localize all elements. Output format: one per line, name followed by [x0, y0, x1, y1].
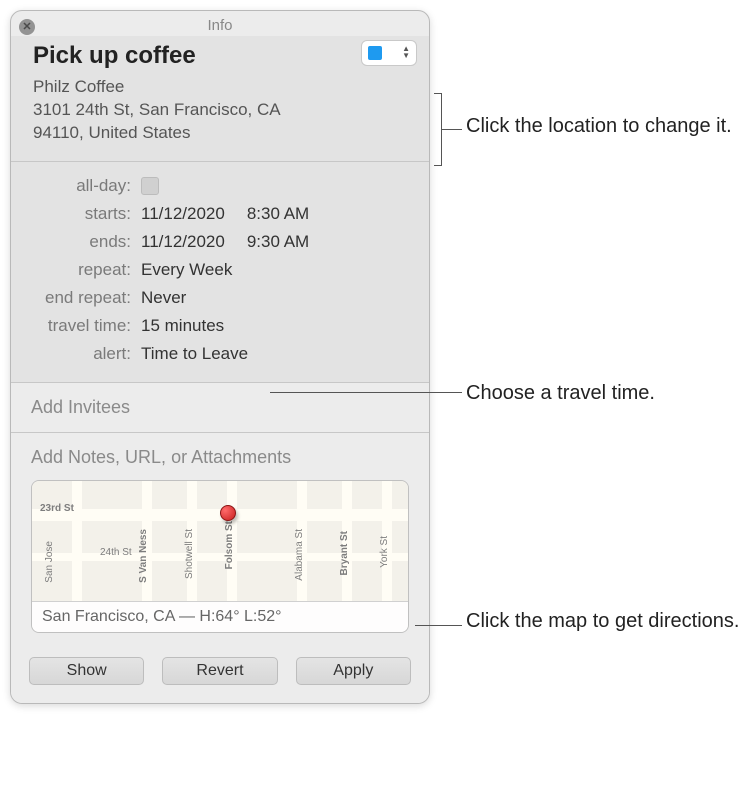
- endrepeat-label: end repeat:: [25, 288, 141, 308]
- map-street-label: Bryant St: [339, 531, 350, 575]
- row-ends: ends: 11/12/2020 9:30 AM: [25, 232, 415, 252]
- map-street-label: Shotwell St: [184, 529, 195, 579]
- location-line: 3101 24th St, San Francisco, CA: [33, 99, 415, 122]
- bracket-icon: [434, 93, 442, 166]
- row-traveltime: travel time: 15 minutes: [25, 316, 415, 336]
- button-row: Show Revert Apply: [11, 643, 429, 703]
- location-line: Philz Coffee: [33, 76, 415, 99]
- map-street-label: San Jose: [44, 541, 55, 583]
- callout-map: Click the map to get directions.: [466, 608, 739, 635]
- map-pin-icon: [220, 505, 236, 521]
- map-thumbnail[interactable]: 23rd St 24th St S Van Ness Shotwell St F…: [31, 480, 409, 633]
- map-street-label: Alabama St: [294, 529, 305, 581]
- event-location[interactable]: Philz Coffee 3101 24th St, San Francisco…: [33, 76, 415, 145]
- calendar-picker[interactable]: ▲▼: [361, 40, 417, 66]
- notes-section: Add Notes, URL, or Attachments 23rd St 2…: [11, 433, 429, 643]
- map-street-label: York St: [379, 536, 390, 568]
- row-endrepeat: end repeat: Never: [25, 288, 415, 308]
- ends-date[interactable]: 11/12/2020: [141, 232, 225, 252]
- travel-label: travel time:: [25, 316, 141, 336]
- row-starts: starts: 11/12/2020 8:30 AM: [25, 204, 415, 224]
- starts-label: starts:: [25, 204, 141, 224]
- add-invitees-field[interactable]: Add Invitees: [11, 383, 429, 433]
- revert-button[interactable]: Revert: [162, 657, 277, 685]
- event-info-popover: Info ▲▼ Pick up coffee Philz Coffee 3101…: [10, 10, 430, 704]
- popover-title: Info: [11, 11, 429, 36]
- map-street-label: S Van Ness: [138, 529, 149, 583]
- starts-date[interactable]: 11/12/2020: [141, 204, 225, 224]
- map-street-label: 23rd St: [40, 503, 74, 514]
- chevron-updown-icon: ▲▼: [402, 46, 410, 60]
- alert-label: alert:: [25, 344, 141, 364]
- event-header: ▲▼ Pick up coffee Philz Coffee 3101 24th…: [11, 36, 429, 162]
- callout-line: [270, 392, 462, 393]
- map-canvas: 23rd St 24th St S Van Ness Shotwell St F…: [32, 481, 408, 601]
- repeat-label: repeat:: [25, 260, 141, 280]
- allday-label: all-day:: [25, 176, 141, 196]
- allday-checkbox[interactable]: [141, 177, 159, 195]
- ends-label: ends:: [25, 232, 141, 252]
- endrepeat-value[interactable]: Never: [141, 288, 186, 308]
- event-details: all-day: starts: 11/12/2020 8:30 AM ends…: [11, 162, 429, 383]
- alert-value[interactable]: Time to Leave: [141, 344, 248, 364]
- callout-line: [442, 129, 462, 130]
- callout-line: [415, 625, 462, 626]
- row-alert: alert: Time to Leave: [25, 344, 415, 364]
- callout-travel: Choose a travel time.: [466, 380, 655, 407]
- add-notes-field[interactable]: Add Notes, URL, or Attachments: [31, 447, 409, 468]
- event-title[interactable]: Pick up coffee: [33, 42, 415, 70]
- show-button[interactable]: Show: [29, 657, 144, 685]
- calendar-color-swatch: [368, 46, 382, 60]
- close-icon[interactable]: [19, 19, 35, 35]
- starts-time[interactable]: 8:30 AM: [247, 204, 309, 224]
- map-street-label: Folsom St: [224, 521, 235, 569]
- row-allday: all-day:: [25, 176, 415, 196]
- travel-value[interactable]: 15 minutes: [141, 316, 224, 336]
- ends-time[interactable]: 9:30 AM: [247, 232, 309, 252]
- repeat-value[interactable]: Every Week: [141, 260, 232, 280]
- map-street-label: 24th St: [100, 547, 132, 558]
- location-line: 94110, United States: [33, 122, 415, 145]
- apply-button[interactable]: Apply: [296, 657, 411, 685]
- row-repeat: repeat: Every Week: [25, 260, 415, 280]
- callout-location: Click the location to change it.: [466, 113, 732, 140]
- map-weather-bar: San Francisco, CA — H:64° L:52°: [32, 601, 408, 632]
